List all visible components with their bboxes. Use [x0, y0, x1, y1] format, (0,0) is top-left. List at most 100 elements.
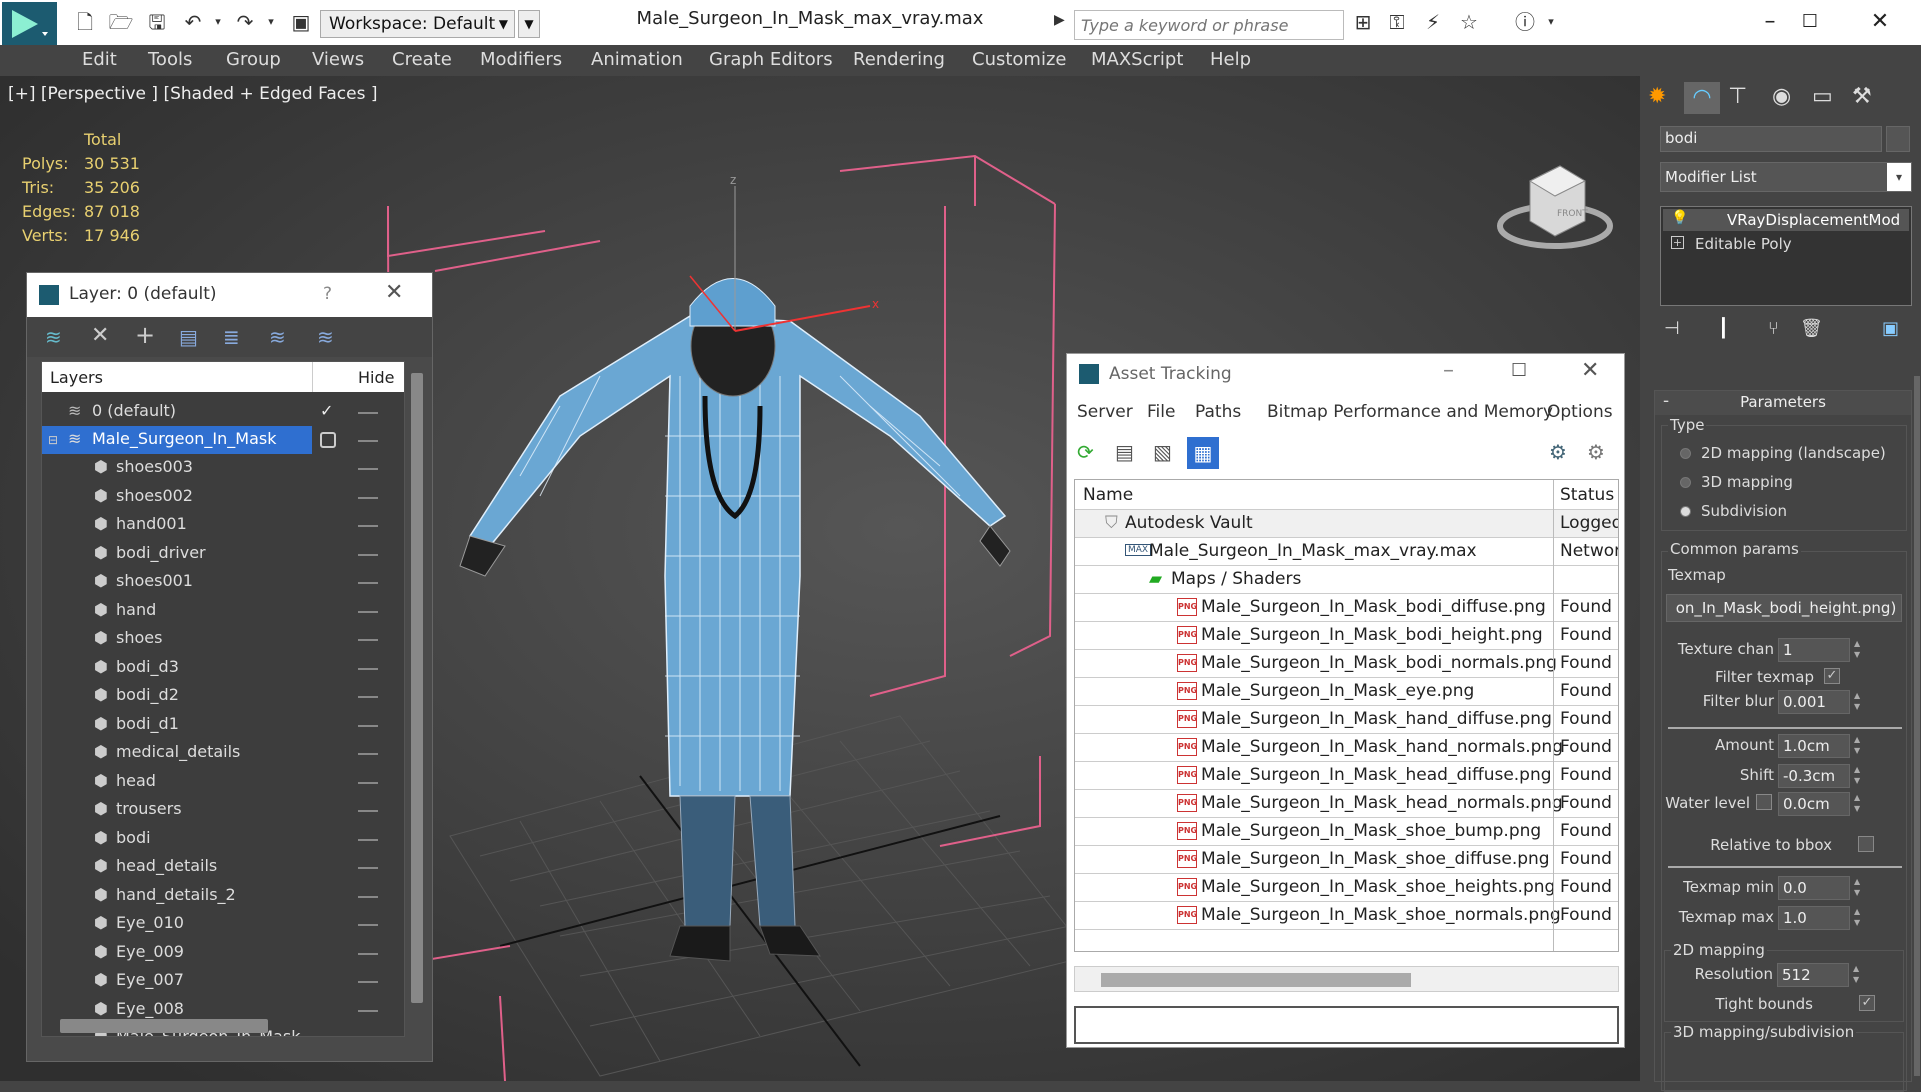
hide-column-header[interactable]: Hide — [358, 368, 394, 387]
search-input[interactable] — [1075, 11, 1343, 39]
layer-object-row[interactable]: ⬢ head — [42, 768, 404, 796]
utilities-tab-icon[interactable]: ⚒ — [1852, 84, 1872, 109]
make-current-icon[interactable] — [320, 432, 336, 448]
hide-toggle[interactable] — [358, 412, 378, 414]
resolution-input[interactable]: 512 — [1777, 963, 1849, 987]
stack-item-vray-displacement[interactable]: 💡 VRayDisplacementMod — [1663, 209, 1909, 231]
shift-input[interactable]: -0.3cm — [1778, 764, 1850, 788]
layer-object-row[interactable]: ⬢ shoes002 — [42, 483, 404, 511]
vault-logout-icon[interactable]: ⚙ — [1587, 440, 1605, 464]
menu-graph-editors[interactable]: Graph Editors — [709, 49, 833, 70]
undo-dropdown-icon[interactable]: ▾ — [205, 10, 231, 34]
hide-toggle[interactable] — [358, 1009, 378, 1012]
redo-icon[interactable]: ↷ — [232, 10, 258, 34]
communication-icon[interactable]: ⚡ — [1420, 10, 1446, 34]
thumbnail-view-icon[interactable]: ▧ — [1153, 440, 1172, 464]
asset-row-file[interactable]: MAX Male_Surgeon_In_Mask_max_vray.max Ne… — [1075, 538, 1618, 566]
modifier-stack[interactable]: 💡 VRayDisplacementMod + Editable Poly — [1660, 206, 1912, 306]
table-view-icon[interactable]: ▦ — [1187, 437, 1219, 469]
asset-tree[interactable]: Name Status ⛉ Autodesk Vault Logged MAX … — [1074, 479, 1619, 952]
hide-toggle[interactable] — [358, 440, 378, 442]
modify-tab-icon[interactable]: ◠ — [1684, 82, 1720, 114]
collapse-icon[interactable]: ⊟ — [48, 433, 58, 447]
hide-toggle[interactable] — [358, 639, 378, 641]
hide-toggle[interactable] — [358, 696, 378, 698]
maximize-button[interactable]: ☐ — [1782, 6, 1838, 38]
water-level-input[interactable]: 0.0cm — [1778, 792, 1850, 816]
undo-icon[interactable]: ↶ — [180, 10, 206, 34]
maximize-button[interactable]: ☐ — [1511, 360, 1527, 381]
search-field[interactable] — [1074, 10, 1344, 40]
asset-horizontal-scrollbar[interactable] — [1074, 966, 1619, 992]
create-tab-icon[interactable]: ✹ — [1648, 84, 1666, 109]
type-option-2d[interactable]: 2D mapping (landscape) — [1680, 444, 1886, 462]
amount-input[interactable]: 1.0cm — [1778, 734, 1850, 758]
minimize-button[interactable]: – — [1443, 358, 1454, 383]
hide-toggle[interactable] — [358, 838, 378, 841]
spinner-icon[interactable]: ▲ ▼ — [1854, 906, 1864, 930]
layer-row-default[interactable]: ≋ 0 (default) ✓ — [42, 398, 404, 426]
select-objects-icon[interactable]: ≣ — [223, 325, 240, 349]
relative-bbox-checkbox[interactable] — [1858, 836, 1874, 852]
layer-object-row[interactable]: ⬢ bodi_d2 — [42, 682, 404, 710]
texmap-max-input[interactable]: 1.0 — [1778, 906, 1850, 930]
layer-object-row[interactable]: ⬢ hand — [42, 597, 404, 625]
menu-maxscript[interactable]: MAXScript — [1091, 49, 1183, 70]
hide-toggle[interactable] — [358, 667, 378, 670]
vault-login-icon[interactable]: ⚙ — [1549, 440, 1567, 464]
scrollbar-thumb[interactable] — [1101, 973, 1411, 987]
close-icon[interactable]: ✕ — [385, 280, 403, 305]
water-level-checkbox[interactable] — [1756, 794, 1772, 810]
favorites-icon[interactable]: ☆ — [1456, 10, 1482, 34]
binoculars-icon[interactable]: ⊞ — [1350, 10, 1376, 34]
menu-animation[interactable]: Animation — [591, 49, 683, 70]
hide-toggle[interactable] — [358, 610, 378, 613]
viewport-label[interactable]: [+] [Perspective ] [Shaded + Edged Faces… — [8, 84, 377, 104]
play-icon[interactable]: ▶ — [1054, 12, 1065, 28]
delete-layer-icon[interactable]: ✕ — [91, 323, 109, 348]
add-layer-icon[interactable]: + — [135, 321, 155, 349]
asset-menu-file[interactable]: File — [1147, 402, 1175, 422]
open-file-icon[interactable]: 🗁 — [108, 10, 134, 34]
new-file-icon[interactable]: 🗋 — [72, 10, 98, 34]
asset-menu-paths[interactable]: Paths — [1195, 402, 1241, 422]
asset-row-map[interactable]: PNG Male_Surgeon_In_Mask_shoe_normals.png… — [1075, 902, 1618, 930]
layer-list[interactable]: Layers Hide ≋ 0 (default) ✓ ⊟ ≋ Male_Sur… — [41, 361, 405, 1037]
type-option-subdivision[interactable]: Subdivision — [1680, 502, 1787, 520]
layer-object-row[interactable]: ⬢ head_details — [42, 853, 404, 881]
texmap-min-input[interactable]: 0.0 — [1778, 876, 1850, 900]
asset-row-map[interactable]: PNG Male_Surgeon_In_Mask_shoe_bump.png Fou… — [1075, 818, 1618, 846]
hide-toggle[interactable] — [358, 582, 378, 584]
hide-toggle[interactable] — [358, 468, 378, 470]
asset-row-map[interactable]: PNG Male_Surgeon_In_Mask_bodi_diffuse.png… — [1075, 594, 1618, 622]
modifier-list-dropdown[interactable]: Modifier List ▾ — [1660, 162, 1912, 192]
hide-toggle[interactable] — [358, 781, 378, 784]
layer-stack-icon[interactable]: ≋ — [45, 325, 62, 349]
project-folder-icon[interactable]: ▣ — [288, 10, 314, 34]
stack-item-editable-poly[interactable]: + Editable Poly — [1663, 233, 1909, 255]
highlight-layer-icon[interactable]: ≋ — [269, 325, 286, 349]
menu-rendering[interactable]: Rendering — [853, 49, 945, 70]
refresh-icon[interactable]: ⟳ — [1077, 440, 1094, 464]
asset-menu-server[interactable]: Server — [1077, 402, 1133, 422]
type-option-3d[interactable]: 3D mapping — [1680, 473, 1793, 491]
asset-row-map[interactable]: PNG Male_Surgeon_In_Mask_shoe_heights.png… — [1075, 874, 1618, 902]
show-end-result-icon[interactable]: ┃ — [1718, 318, 1729, 339]
command-panel-scrollbar[interactable] — [1914, 376, 1920, 1076]
save-file-icon[interactable]: 🖫 — [144, 10, 170, 34]
asset-row-map[interactable]: PNG Male_Surgeon_In_Mask_hand_diffuse.png… — [1075, 706, 1618, 734]
layer-object-row[interactable]: ⬢ shoes — [42, 625, 404, 653]
asset-row-maps-folder[interactable]: ▰ Maps / Shaders — [1075, 566, 1618, 594]
layer-object-row[interactable]: ⬢ medical_details — [42, 739, 404, 767]
spinner-icon[interactable]: ▲ ▼ — [1854, 876, 1864, 900]
asset-row-map[interactable]: PNG Male_Surgeon_In_Mask_shoe_diffuse.png… — [1075, 846, 1618, 874]
help-icon[interactable]: ⓘ — [1510, 10, 1540, 34]
layer-object-row[interactable]: ⬢ bodi_driver — [42, 540, 404, 568]
menu-help[interactable]: Help — [1210, 49, 1251, 70]
make-unique-icon[interactable]: ⑂ — [1768, 318, 1779, 339]
layers-column-header[interactable]: Layers — [50, 368, 103, 387]
status-column-header[interactable]: Status — [1560, 485, 1614, 505]
texmap-button[interactable]: on_In_Mask_bodi_height.png) — [1666, 594, 1902, 622]
layer-object-row[interactable]: ⬢ hand_details_2 — [42, 882, 404, 910]
spinner-icon[interactable]: ▲ ▼ — [1854, 734, 1864, 758]
